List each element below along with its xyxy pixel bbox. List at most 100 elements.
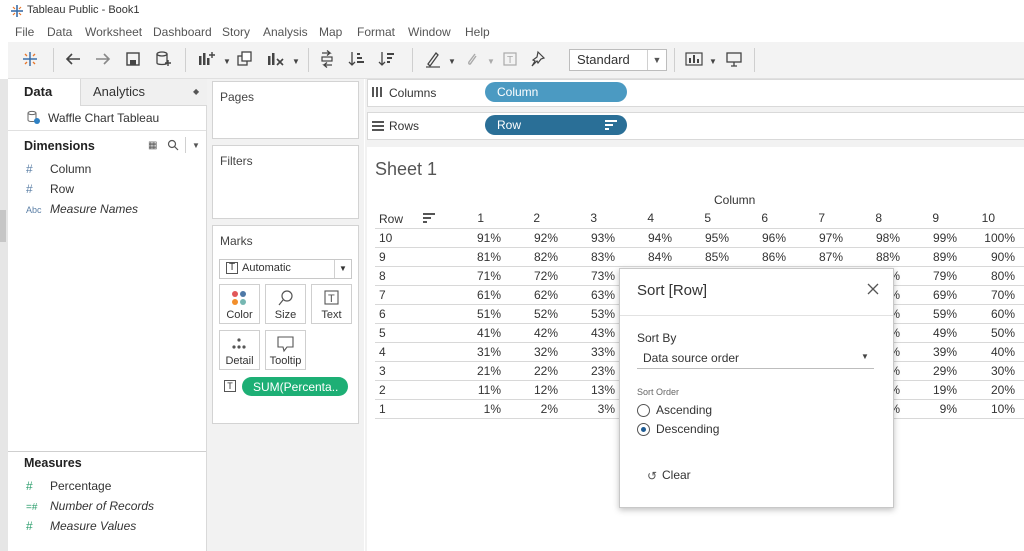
table-cell[interactable]: 13% <box>571 383 615 397</box>
menu-window[interactable]: Window <box>408 25 451 39</box>
table-cell[interactable]: 95% <box>685 231 729 245</box>
sum-percentage-pill[interactable]: SUM(Percenta.. <box>242 377 348 396</box>
column-header[interactable]: 6 <box>738 211 768 225</box>
table-cell[interactable]: 10% <box>971 402 1015 416</box>
color-button[interactable]: Color <box>219 284 260 324</box>
ascending-radio[interactable] <box>637 404 650 417</box>
table-cell[interactable]: 83% <box>571 250 615 264</box>
fit-select[interactable]: Standard ▼ <box>569 49 667 71</box>
new-worksheet-icon[interactable] <box>197 50 217 70</box>
table-cell[interactable]: 50% <box>971 326 1015 340</box>
columns-shelf[interactable]: Columns Column <box>367 79 1024 107</box>
save-icon[interactable] <box>124 50 144 70</box>
table-cell[interactable]: 60% <box>971 307 1015 321</box>
tooltip-button[interactable]: Tooltip <box>265 330 306 370</box>
table-cell[interactable]: 88% <box>856 250 900 264</box>
mark-type-select[interactable]: T Automatic ▼ <box>219 259 352 279</box>
table-cell[interactable]: 21% <box>457 364 501 378</box>
table-cell[interactable]: 29% <box>913 364 957 378</box>
column-header[interactable]: 2 <box>510 211 540 225</box>
dimension-row[interactable]: # Row <box>26 182 74 196</box>
table-cell[interactable]: 82% <box>514 250 558 264</box>
measure-number-of-records[interactable]: =# Number of Records <box>26 499 154 513</box>
row-header[interactable]: 8 <box>379 269 386 283</box>
table-cell[interactable]: 86% <box>742 250 786 264</box>
table-cell[interactable]: 79% <box>913 269 957 283</box>
presentation-mode-icon[interactable] <box>725 50 745 70</box>
table-cell[interactable]: 100% <box>971 231 1015 245</box>
row-header[interactable]: 5 <box>379 326 386 340</box>
measure-percentage[interactable]: # Percentage <box>26 479 111 493</box>
table-cell[interactable]: 19% <box>913 383 957 397</box>
search-icon[interactable] <box>167 139 179 151</box>
menu-map[interactable]: Map <box>319 25 342 39</box>
row-header[interactable]: 6 <box>379 307 386 321</box>
table-cell[interactable]: 2% <box>514 402 558 416</box>
table-cell[interactable]: 97% <box>799 231 843 245</box>
swap-rows-columns-icon[interactable] <box>318 50 338 70</box>
table-cell[interactable]: 53% <box>571 307 615 321</box>
new-datasource-icon[interactable] <box>154 50 174 70</box>
show-me-icon[interactable] <box>685 50 705 70</box>
clear-sheet-icon[interactable] <box>266 50 286 70</box>
descending-radio[interactable] <box>637 423 650 436</box>
table-cell[interactable]: 98% <box>856 231 900 245</box>
table-cell[interactable]: 52% <box>514 307 558 321</box>
duplicate-sheet-icon[interactable] <box>236 50 256 70</box>
menu-analysis[interactable]: Analysis <box>263 25 308 39</box>
group-members-icon[interactable] <box>463 50 483 70</box>
table-cell[interactable]: 71% <box>457 269 501 283</box>
menu-worksheet[interactable]: Worksheet <box>85 25 142 39</box>
dimension-column[interactable]: # Column <box>26 162 91 176</box>
table-cell[interactable]: 87% <box>799 250 843 264</box>
table-cell[interactable]: 72% <box>514 269 558 283</box>
row-header[interactable]: 4 <box>379 345 386 359</box>
close-icon[interactable] <box>866 282 882 298</box>
menu-help[interactable]: Help <box>465 25 490 39</box>
table-cell[interactable]: 42% <box>514 326 558 340</box>
table-cell[interactable]: 11% <box>457 383 501 397</box>
sort-ascending-icon[interactable] <box>348 50 368 70</box>
undo-icon[interactable] <box>64 50 84 70</box>
table-cell[interactable]: 96% <box>742 231 786 245</box>
pages-card[interactable]: Pages <box>212 81 359 139</box>
sort-by-select[interactable]: Data source order ▼ <box>637 348 874 369</box>
ascending-option[interactable]: Ascending <box>637 403 787 419</box>
text-button[interactable]: T Text <box>311 284 352 324</box>
chevron-down-icon[interactable]: ▼ <box>292 57 312 77</box>
column-header[interactable]: 8 <box>852 211 882 225</box>
column-header[interactable]: 1 <box>454 211 484 225</box>
table-cell[interactable]: 63% <box>571 288 615 302</box>
table-cell[interactable]: 81% <box>457 250 501 264</box>
view-toggle-icon[interactable]: ▦ <box>148 140 157 151</box>
column-header[interactable]: 5 <box>681 211 711 225</box>
menu-file[interactable]: File <box>15 25 34 39</box>
row-header[interactable]: 1 <box>379 402 386 416</box>
menu-dashboard[interactable]: Dashboard <box>153 25 212 39</box>
table-cell[interactable]: 90% <box>971 250 1015 264</box>
table-cell[interactable]: 93% <box>571 231 615 245</box>
chevron-down-icon[interactable]: ▼ <box>192 141 200 150</box>
table-cell[interactable]: 69% <box>913 288 957 302</box>
table-cell[interactable]: 23% <box>571 364 615 378</box>
table-cell[interactable]: 73% <box>571 269 615 283</box>
table-cell[interactable]: 22% <box>514 364 558 378</box>
size-button[interactable]: Size <box>265 284 306 324</box>
tab-analytics[interactable]: Analytics ◆ <box>80 79 207 106</box>
dimension-measure-names[interactable]: Abc Measure Names <box>26 202 138 216</box>
table-cell[interactable]: 20% <box>971 383 1015 397</box>
highlight-pen-icon[interactable] <box>424 50 444 70</box>
table-cell[interactable]: 9% <box>913 402 957 416</box>
column-pill[interactable]: Column <box>485 82 627 102</box>
row-header[interactable]: 7 <box>379 288 386 302</box>
row-pill[interactable]: Row <box>485 115 627 135</box>
row-header[interactable]: 9 <box>379 250 386 264</box>
table-cell[interactable]: 12% <box>514 383 558 397</box>
rows-shelf[interactable]: Rows Row <box>367 112 1024 140</box>
table-cell[interactable]: 40% <box>971 345 1015 359</box>
table-cell[interactable]: 62% <box>514 288 558 302</box>
table-cell[interactable]: 31% <box>457 345 501 359</box>
row-header[interactable]: 3 <box>379 364 386 378</box>
table-cell[interactable]: 92% <box>514 231 558 245</box>
table-cell[interactable]: 51% <box>457 307 501 321</box>
